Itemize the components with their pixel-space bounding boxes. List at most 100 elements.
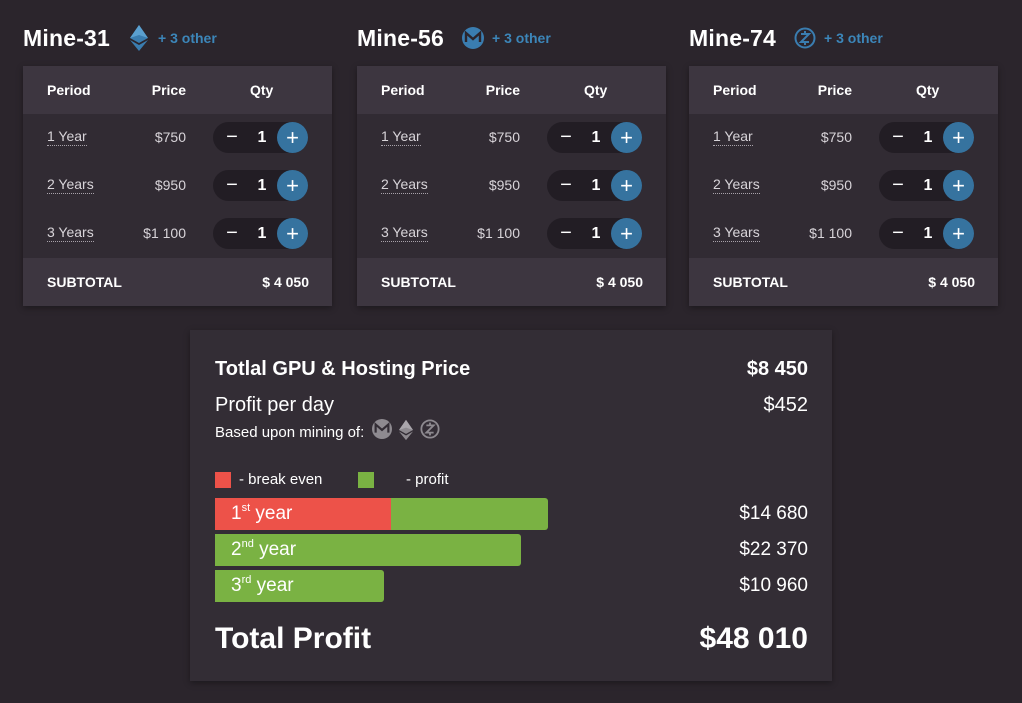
miner-title: Mine-31	[23, 24, 111, 51]
header-price: Price	[151, 82, 186, 98]
period-label[interactable]: 3 Years	[381, 224, 428, 242]
year-bar-row: 1st year $14 680	[215, 498, 808, 530]
subtotal-value: $ 4 050	[928, 274, 975, 290]
decrement-button[interactable]: −	[219, 122, 245, 153]
zcash-icon	[794, 27, 816, 49]
other-coins-link[interactable]: + 3 other	[492, 30, 551, 46]
decrement-button[interactable]: −	[553, 122, 579, 153]
table-header: Period Price Qty	[23, 66, 332, 114]
quantity-stepper: − 1 +	[213, 218, 308, 249]
quantity-stepper: − 1 +	[879, 218, 974, 249]
miner-card-mine-31: Mine-31 + 3 other Period Price Qty 1 Yea…	[23, 18, 332, 306]
table-row: 3 Years $1 100 − 1 +	[689, 210, 998, 258]
period-label[interactable]: 3 Years	[713, 224, 760, 242]
header-period: Period	[381, 82, 425, 98]
year-bar-row: 2nd year $22 370	[215, 534, 808, 566]
increment-button[interactable]: +	[943, 170, 974, 201]
profit-swatch	[358, 472, 374, 488]
ethereum-icon	[128, 25, 150, 51]
total-profit-value: $48 010	[699, 622, 808, 655]
decrement-button[interactable]: −	[553, 218, 579, 249]
table-header: Period Price Qty	[357, 66, 666, 114]
zcash-icon	[420, 419, 440, 445]
decrement-button[interactable]: −	[219, 170, 245, 201]
total-price-label: Totlal GPU & Hosting Price	[215, 358, 471, 380]
pricing-table: Period Price Qty 1 Year $750 − 1 + 2 Yea…	[689, 66, 998, 306]
year-profit-value: $22 370	[739, 539, 808, 560]
subtotal-label: SUBTOTAL	[381, 274, 456, 290]
period-label[interactable]: 2 Years	[713, 176, 760, 194]
price-value: $1 100	[143, 225, 186, 241]
year-profit-value: $10 960	[739, 575, 808, 596]
table-row: 3 Years $1 100 − 1 +	[23, 210, 332, 258]
subtotal-row: SUBTOTAL $ 4 050	[357, 258, 666, 306]
header-period: Period	[47, 82, 91, 98]
profit-per-day-label: Profit per day	[215, 394, 334, 416]
subtotal-value: $ 4 050	[262, 274, 309, 290]
miner-title: Mine-56	[357, 24, 445, 51]
break-even-legend: - break even	[239, 471, 323, 488]
year-bar-row: 3rd year $10 960	[215, 570, 808, 602]
pricing-table: Period Price Qty 1 Year $750 − 1 + 2 Yea…	[23, 66, 332, 306]
other-coins-link[interactable]: + 3 other	[158, 30, 217, 46]
chart-legend: - break even - profit	[215, 470, 808, 490]
decrement-button[interactable]: −	[885, 122, 911, 153]
total-price-value: $8 450	[746, 358, 808, 380]
quantity-value: 1	[591, 128, 601, 146]
other-coins-link[interactable]: + 3 other	[824, 30, 883, 46]
decrement-button[interactable]: −	[219, 218, 245, 249]
period-label[interactable]: 1 Year	[47, 128, 87, 146]
period-label[interactable]: 2 Years	[381, 176, 428, 194]
quantity-stepper: − 1 +	[213, 170, 308, 201]
monero-icon	[372, 419, 393, 445]
miner-header: Mine-56 + 3 other	[357, 18, 666, 58]
increment-button[interactable]: +	[611, 170, 642, 201]
table-row: 2 Years $950 − 1 +	[357, 162, 666, 210]
increment-button[interactable]: +	[943, 122, 974, 153]
miner-card-mine-56: Mine-56 + 3 other Period Price Qty 1 Yea…	[357, 18, 666, 306]
based-on-label: Based upon mining of:	[215, 423, 365, 441]
based-on-row: Based upon mining of:	[215, 419, 808, 445]
increment-button[interactable]: +	[277, 122, 308, 153]
total-price-row: Totlal GPU & Hosting Price $8 450	[215, 358, 808, 384]
period-label[interactable]: 1 Year	[381, 128, 421, 146]
miner-card-mine-74: Mine-74 + 3 other Period Price Qty 1 Yea…	[689, 18, 998, 306]
profit-per-day-value: $452	[763, 394, 809, 416]
quantity-stepper: − 1 +	[547, 170, 642, 201]
decrement-button[interactable]: −	[885, 170, 911, 201]
decrement-button[interactable]: −	[553, 170, 579, 201]
price-value: $950	[154, 177, 186, 193]
price-value: $950	[820, 177, 852, 193]
miner-header: Mine-31 + 3 other	[23, 18, 332, 58]
period-label[interactable]: 3 Years	[47, 224, 94, 242]
increment-button[interactable]: +	[611, 122, 642, 153]
total-profit-label: Total Profit	[215, 622, 372, 655]
quantity-value: 1	[923, 224, 933, 242]
miner-header: Mine-74 + 3 other	[689, 18, 998, 58]
quantity-value: 1	[591, 224, 601, 242]
decrement-button[interactable]: −	[885, 218, 911, 249]
break-even-swatch	[215, 472, 231, 488]
quantity-stepper: − 1 +	[213, 122, 308, 153]
quantity-stepper: − 1 +	[879, 122, 974, 153]
table-row: 2 Years $950 − 1 +	[23, 162, 332, 210]
price-value: $750	[488, 129, 520, 145]
table-header: Period Price Qty	[689, 66, 998, 114]
increment-button[interactable]: +	[277, 218, 308, 249]
period-label[interactable]: 1 Year	[713, 128, 753, 146]
increment-button[interactable]: +	[611, 218, 642, 249]
table-row: 1 Year $750 − 1 +	[357, 114, 666, 162]
profit-summary-panel: Totlal GPU & Hosting Price $8 450 Profit…	[190, 330, 832, 681]
subtotal-row: SUBTOTAL $ 4 050	[23, 258, 332, 306]
period-label[interactable]: 2 Years	[47, 176, 94, 194]
quantity-value: 1	[257, 224, 267, 242]
table-row: 2 Years $950 − 1 +	[689, 162, 998, 210]
increment-button[interactable]: +	[943, 218, 974, 249]
increment-button[interactable]: +	[277, 170, 308, 201]
subtotal-label: SUBTOTAL	[713, 274, 788, 290]
header-qty: Qty	[916, 82, 940, 98]
header-period: Period	[713, 82, 757, 98]
miner-title: Mine-74	[689, 24, 777, 51]
price-value: $950	[488, 177, 520, 193]
subtotal-row: SUBTOTAL $ 4 050	[689, 258, 998, 306]
